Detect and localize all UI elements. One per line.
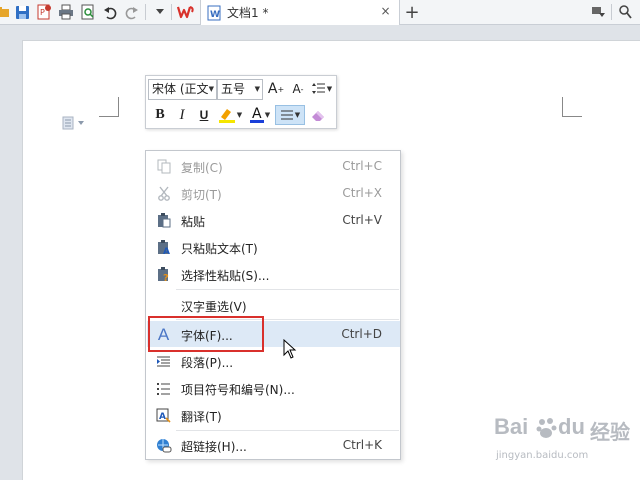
baidu-watermark: Bai du 经验 jingyan.baidu.com	[494, 414, 634, 470]
font-color-button[interactable]: A ▼	[245, 105, 275, 125]
dropdown-icon[interactable]	[151, 3, 169, 21]
menu-item-label: 复制(C)	[181, 161, 223, 175]
svg-text:A: A	[163, 247, 170, 255]
menu-item-label: 只粘贴文本(T)	[181, 242, 258, 256]
svg-text:W: W	[210, 10, 220, 20]
new-tab-icon[interactable]: +	[403, 2, 421, 23]
toolbar-separator	[145, 4, 146, 20]
menu-item-label: 剪切(T)	[181, 188, 222, 202]
paragraph-layout-icon[interactable]	[61, 116, 87, 130]
font-name-select[interactable]: 宋体 (正文 ▼	[148, 79, 217, 100]
folder-icon[interactable]	[0, 3, 12, 21]
watermark-url: jingyan.baidu.com	[496, 450, 589, 461]
menu-item-paste[interactable]: 粘贴 Ctrl+V	[147, 207, 400, 233]
bullet-list-icon	[155, 380, 172, 397]
mini-format-toolbar: 宋体 (正文 ▼ 五号 ▼ A + A- ▼ B I U ▼ A ▼ ▼	[145, 75, 337, 129]
menu-item-hyperlink[interactable]: 超链接(H)... Ctrl+K	[147, 432, 400, 458]
line-spacing-button[interactable]: ▼	[309, 79, 335, 99]
grow-font-icon: A	[267, 81, 278, 97]
page-corner-marker	[562, 97, 582, 117]
highlighter-icon	[218, 109, 235, 123]
align-center-icon	[280, 110, 293, 120]
toolbar-separator	[171, 4, 172, 20]
paw-icon	[536, 416, 558, 443]
menu-item-label: 超链接(H)...	[181, 440, 247, 454]
redo-icon[interactable]	[122, 3, 140, 21]
paste-special-icon: ?	[155, 266, 172, 283]
save-icon[interactable]	[13, 3, 31, 21]
context-menu: 复制(C) Ctrl+C 剪切(T) Ctrl+X 粘贴 Ctrl+V A 只粘…	[145, 150, 401, 460]
paste-icon	[155, 212, 172, 229]
align-button[interactable]: ▼	[275, 105, 305, 125]
mouse-cursor-icon	[283, 338, 297, 359]
font-name-value: 宋体 (正文	[152, 82, 209, 96]
pin-icon[interactable]	[589, 3, 607, 21]
annotation-highlight-box	[148, 316, 264, 352]
tab-document[interactable]: W 文档1 * ×	[200, 0, 400, 25]
highlight-button[interactable]: ▼	[215, 105, 245, 125]
menu-item-label: 粘贴	[181, 215, 206, 229]
export-pdf-icon[interactable]: P	[35, 3, 53, 21]
underline-button[interactable]: U	[193, 105, 215, 125]
translate-icon: A	[155, 407, 172, 424]
wps-logo-icon[interactable]	[177, 3, 195, 21]
menu-item-paste-special[interactable]: ? 选择性粘贴(S)...	[147, 261, 400, 287]
chevron-down-icon: ▼	[254, 85, 260, 93]
eraser-icon	[312, 111, 324, 121]
menu-item-shortcut: Ctrl+V	[342, 213, 382, 227]
watermark-brand-du: du	[558, 414, 585, 439]
chevron-down-icon: ▼	[208, 85, 214, 93]
paste-text-icon: A	[155, 239, 172, 256]
paragraph-icon	[155, 353, 172, 370]
grow-font-button[interactable]: A +	[265, 79, 287, 99]
watermark-brand: Bai	[494, 414, 529, 439]
svg-text:P: P	[40, 8, 45, 17]
menu-item-shortcut: Ctrl+C	[342, 159, 382, 173]
shrink-font-icon: A	[292, 82, 301, 96]
menu-item-shortcut: Ctrl+D	[341, 327, 382, 341]
font-size-select[interactable]: 五号 ▼	[217, 79, 263, 100]
svg-text:A: A	[159, 412, 166, 422]
menu-item-cut[interactable]: 剪切(T) Ctrl+X	[147, 180, 400, 206]
cut-icon	[155, 185, 172, 202]
top-toolbar: P W 文档1 * × +	[0, 0, 640, 25]
user-icon[interactable]	[616, 3, 634, 21]
shrink-font-button[interactable]: A-	[287, 79, 309, 99]
font-size-value: 五号	[221, 82, 246, 96]
document-icon: W	[207, 5, 221, 21]
clear-format-button[interactable]	[307, 105, 329, 125]
print-icon[interactable]	[57, 3, 75, 21]
undo-icon[interactable]	[101, 3, 119, 21]
menu-item-bullets-numbering[interactable]: 项目符号和编号(N)...	[147, 375, 400, 401]
bold-button[interactable]: B	[149, 105, 171, 125]
menu-separator	[176, 289, 399, 290]
menu-item-shortcut: Ctrl+K	[342, 438, 382, 452]
menu-item-reselect-chinese[interactable]: 汉字重选(V)	[147, 292, 400, 318]
menu-item-translate[interactable]: A 翻译(T)	[147, 402, 400, 428]
copy-icon	[155, 158, 172, 175]
tab-title: 文档1 *	[227, 6, 269, 20]
toolbar-separator	[611, 4, 612, 20]
font-color-swatch	[249, 120, 264, 123]
italic-button[interactable]: I	[171, 105, 193, 125]
hyperlink-icon	[155, 437, 172, 454]
watermark-brand-jingyan: 经验	[590, 420, 630, 444]
menu-item-shortcut: Ctrl+X	[342, 186, 382, 200]
menu-item-label: 项目符号和编号(N)...	[181, 383, 295, 397]
menu-item-label: 选择性粘贴(S)...	[181, 269, 270, 283]
svg-text:?: ?	[163, 273, 169, 282]
menu-item-label: 翻译(T)	[181, 410, 222, 424]
close-icon[interactable]: ×	[379, 5, 392, 18]
menu-separator	[176, 430, 399, 431]
line-spacing-icon	[311, 83, 325, 94]
menu-item-paste-text[interactable]: A 只粘贴文本(T)	[147, 234, 400, 260]
menu-item-copy[interactable]: 复制(C) Ctrl+C	[147, 153, 400, 179]
menu-item-label: 段落(P)...	[181, 356, 234, 370]
print-preview-icon[interactable]	[79, 3, 97, 21]
menu-item-label: 汉字重选(V)	[181, 300, 247, 314]
page-corner-marker	[99, 97, 119, 117]
